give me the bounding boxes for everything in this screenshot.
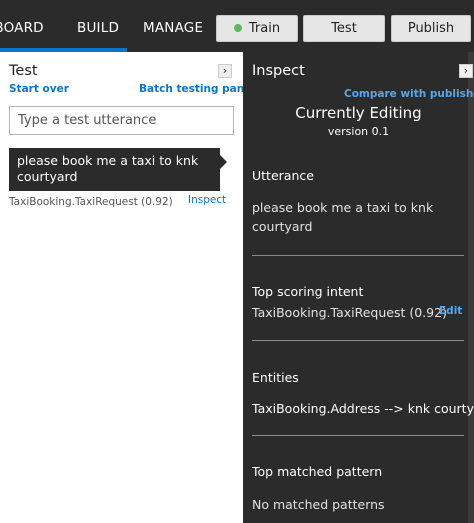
train-button-label: Train — [248, 21, 281, 36]
test-panel-title: Test — [9, 63, 38, 79]
luis-test-page: HBOARD BUILD MANAGE Train Test Publish T… — [0, 0, 474, 523]
utterance-text: please book me a taxi to knk courtyard — [252, 200, 434, 234]
inspect-panel-title: Inspect — [252, 63, 305, 79]
inspect-panel: Inspect › Compare with published Current… — [243, 52, 474, 523]
top-matched-pattern-heading: Top matched pattern — [252, 464, 383, 479]
nav-tab-manage[interactable]: MANAGE — [143, 0, 203, 52]
status-dot-icon — [233, 24, 242, 32]
bubble-pointer — [220, 155, 227, 169]
train-button[interactable]: Train — [216, 15, 298, 42]
inspect-link[interactable]: Inspect — [188, 194, 226, 206]
nav-tab-build[interactable]: BUILD — [77, 0, 119, 52]
section-divider — [252, 340, 464, 341]
version-label: version 0.1 — [327, 125, 390, 138]
test-utterance-input[interactable] — [9, 106, 234, 135]
entities-heading: Entities — [252, 370, 299, 385]
section-divider — [252, 255, 464, 256]
inspect-scrollbar[interactable] — [468, 52, 474, 523]
batch-testing-panel-link[interactable]: Batch testing panel — [139, 83, 255, 95]
entities-text: TaxiBooking.Address --> knk courtyard — [252, 401, 474, 416]
test-result-intent: TaxiBooking.TaxiRequest (0.92) — [9, 196, 173, 208]
utterance-heading: Utterance — [252, 168, 314, 183]
compare-with-published-link[interactable]: Compare with published — [344, 88, 474, 100]
top-scoring-intent-heading: Top scoring intent — [252, 284, 364, 299]
top-navigation-bar: HBOARD BUILD MANAGE Train Test Publish — [0, 0, 474, 52]
section-divider — [252, 435, 464, 436]
chevron-right-icon[interactable]: › — [218, 64, 232, 78]
test-panel: Test › Start over Batch testing panel pl… — [0, 52, 255, 523]
start-over-link[interactable]: Start over — [9, 83, 69, 95]
publish-button[interactable]: Publish — [391, 15, 471, 42]
edit-intent-link[interactable]: Edit — [439, 305, 462, 317]
chevron-right-icon[interactable]: › — [459, 64, 473, 78]
nav-tab-dashboard[interactable]: HBOARD — [0, 0, 44, 52]
test-button[interactable]: Test — [303, 15, 385, 42]
top-scoring-intent-text: TaxiBooking.TaxiRequest (0.92) — [252, 305, 447, 320]
currently-editing-heading: Currently Editing — [295, 104, 422, 122]
test-result-utterance[interactable]: please book me a taxi to knk courtyard — [9, 148, 220, 191]
top-matched-pattern-text: No matched patterns — [252, 497, 385, 512]
